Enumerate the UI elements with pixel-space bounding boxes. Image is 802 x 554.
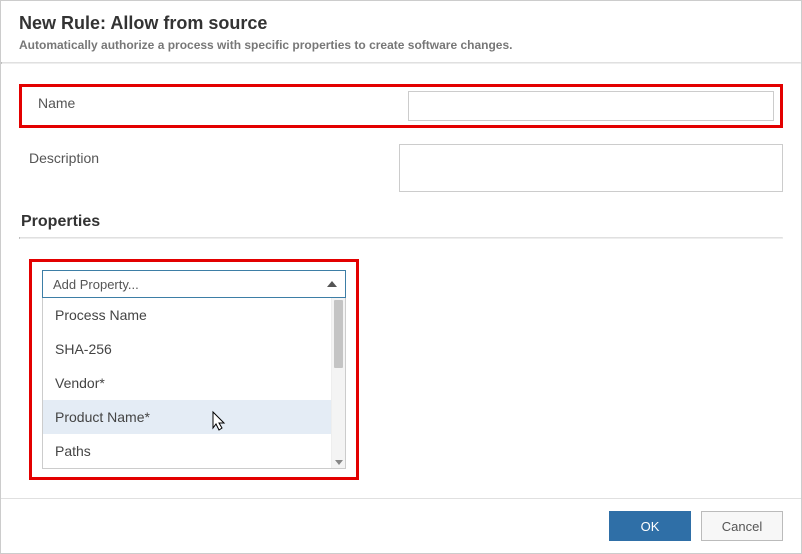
cursor-icon — [207, 410, 227, 434]
cancel-button[interactable]: Cancel — [701, 511, 783, 541]
description-label: Description — [19, 144, 399, 166]
description-row: Description — [19, 144, 783, 195]
add-property-listbox: Process NameSHA-256Vendor*Product Name*P… — [42, 298, 346, 469]
add-property-placeholder: Add Property... — [53, 277, 139, 292]
ok-button[interactable]: OK — [609, 511, 691, 541]
dialog-subtitle: Automatically authorize a process with s… — [19, 38, 783, 52]
property-option[interactable]: Process Name — [43, 298, 345, 332]
property-option[interactable]: Vendor* — [43, 366, 345, 400]
scrollbar[interactable] — [331, 298, 345, 468]
dialog-title: New Rule: Allow from source — [19, 13, 783, 34]
chevron-up-icon — [327, 281, 337, 287]
property-option[interactable]: SHA-256 — [43, 332, 345, 366]
description-input[interactable] — [399, 144, 783, 192]
property-option[interactable]: Product Name* — [43, 400, 345, 434]
name-label: Name — [28, 91, 408, 111]
scrollbar-thumb[interactable] — [334, 300, 343, 368]
add-property-dropdown[interactable]: Add Property... — [42, 270, 346, 298]
properties-heading: Properties — [19, 213, 783, 231]
divider — [19, 237, 783, 239]
name-row: Name — [19, 84, 783, 128]
property-option[interactable]: Paths — [43, 434, 345, 468]
add-property-box: Add Property... Process NameSHA-256Vendo… — [29, 259, 359, 480]
dialog-footer: OK Cancel — [1, 498, 801, 553]
name-input[interactable] — [408, 91, 774, 121]
chevron-down-icon — [335, 460, 343, 465]
